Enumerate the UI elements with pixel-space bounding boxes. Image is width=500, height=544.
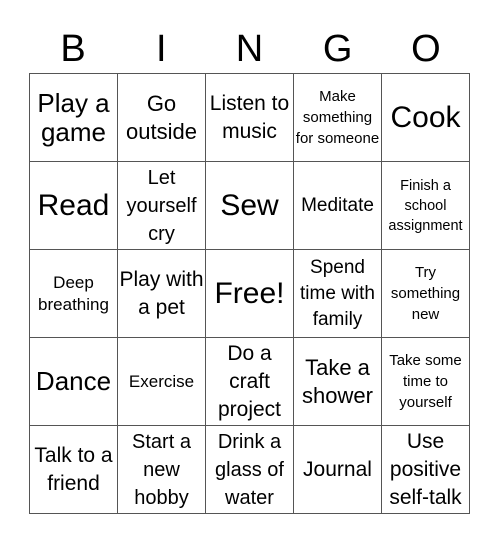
cell-text: Go outside bbox=[126, 90, 197, 144]
cell-text: Spend time with family bbox=[300, 256, 375, 330]
cell-text: Talk to a friend bbox=[34, 443, 113, 495]
header-letter-i: I bbox=[156, 28, 167, 70]
bingo-cell[interactable]: Use positive self-talk bbox=[382, 426, 470, 514]
bingo-cell[interactable]: Start a new hobby bbox=[118, 426, 206, 514]
cell-text: Deep breathing bbox=[38, 272, 109, 314]
bingo-cell[interactable]: Finish a school assignment bbox=[382, 162, 470, 250]
bingo-cell[interactable]: Take some time to yourself bbox=[382, 338, 470, 426]
bingo-cell[interactable]: Do a craft project bbox=[206, 338, 294, 426]
cell-text: Free! bbox=[214, 276, 285, 310]
bingo-cell[interactable]: Talk to a friend bbox=[30, 426, 118, 514]
bingo-cell[interactable]: Let yourself cry bbox=[118, 162, 206, 250]
bingo-cell[interactable]: Drink a glass of water bbox=[206, 426, 294, 514]
cell-text: Journal bbox=[303, 457, 372, 481]
cell-text: Drink a glass of water bbox=[215, 430, 284, 509]
bingo-cell[interactable]: Go outside bbox=[118, 74, 206, 162]
cell-text: Start a new hobby bbox=[132, 430, 191, 509]
bingo-cell[interactable]: Meditate bbox=[294, 162, 382, 250]
bingo-card: Play a game Go outside Listen to music M… bbox=[29, 73, 470, 514]
cell-text: Use positive self-talk bbox=[389, 429, 462, 509]
cell-text: Play a game bbox=[37, 87, 110, 147]
cell-text: Read bbox=[37, 188, 110, 222]
cell-text: Let yourself cry bbox=[126, 166, 197, 245]
bingo-cell[interactable]: Sew bbox=[206, 162, 294, 250]
cell-text: Finish a school assignment bbox=[388, 177, 463, 234]
cell-text: Sew bbox=[220, 188, 279, 222]
bingo-header: B I N G O bbox=[29, 26, 470, 72]
bingo-cell[interactable]: Exercise bbox=[118, 338, 206, 426]
bingo-cell[interactable]: Make something for someone bbox=[294, 74, 382, 162]
header-letter-b: B bbox=[60, 28, 86, 70]
cell-text: Dance bbox=[35, 366, 112, 396]
header-letter-g: G bbox=[322, 28, 353, 70]
bingo-cell[interactable]: Play with a pet bbox=[118, 250, 206, 338]
bingo-cell[interactable]: Read bbox=[30, 162, 118, 250]
free-space[interactable]: Free! bbox=[206, 250, 294, 338]
bingo-cell[interactable]: Dance bbox=[30, 338, 118, 426]
bingo-cell[interactable]: Try something new bbox=[382, 250, 470, 338]
bingo-cell[interactable]: Listen to music bbox=[206, 74, 294, 162]
cell-text: Listen to music bbox=[209, 91, 290, 143]
cell-text: Meditate bbox=[301, 194, 374, 216]
header-letter-n: N bbox=[235, 28, 264, 70]
cell-text: Play with a pet bbox=[119, 267, 204, 319]
header-letter-o: O bbox=[411, 28, 441, 70]
bingo-cell[interactable]: Cook bbox=[382, 74, 470, 162]
cell-text: Cook bbox=[390, 100, 461, 134]
bingo-cell[interactable]: Play a game bbox=[30, 74, 118, 162]
cell-text: Take a shower bbox=[302, 354, 373, 408]
bingo-cell[interactable]: Spend time with family bbox=[294, 250, 382, 338]
bingo-cell[interactable]: Journal bbox=[294, 426, 382, 514]
cell-text: Exercise bbox=[128, 371, 195, 391]
bingo-cell[interactable]: Take a shower bbox=[294, 338, 382, 426]
cell-text: Do a craft project bbox=[217, 341, 282, 421]
bingo-cell[interactable]: Deep breathing bbox=[30, 250, 118, 338]
cell-text: Try something new bbox=[390, 264, 461, 323]
cell-text: Take some time to yourself bbox=[389, 352, 462, 411]
cell-text: Make something for someone bbox=[295, 88, 380, 147]
